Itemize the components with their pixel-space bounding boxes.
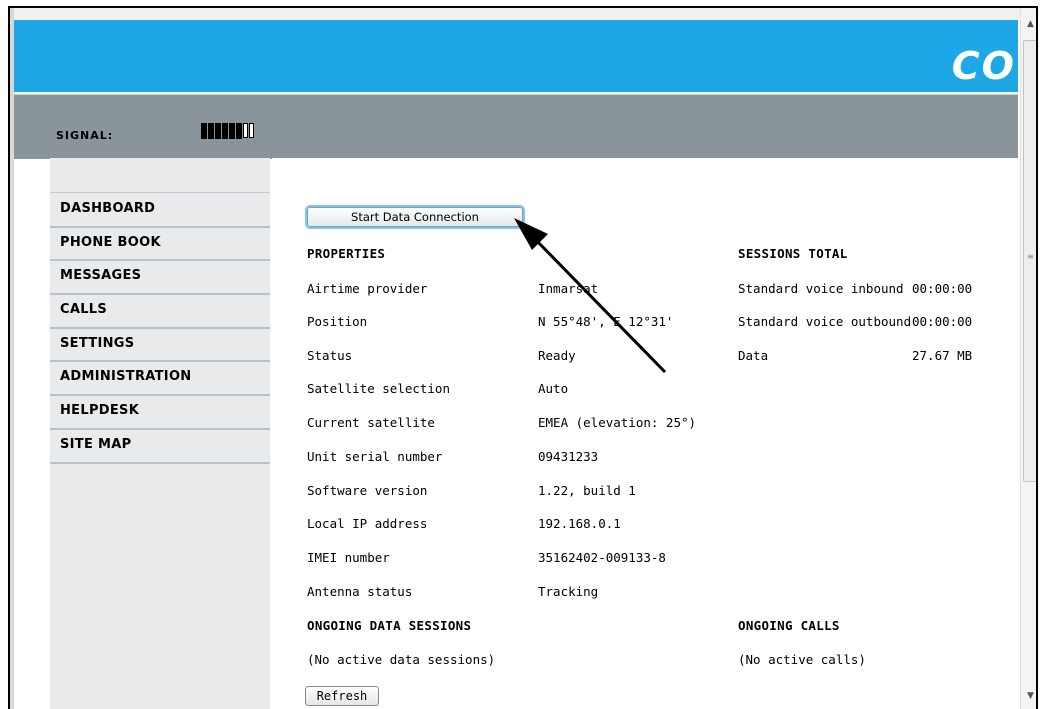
grip-icon: ≡ — [1027, 252, 1034, 261]
ongoing-calls-heading: ONGOING CALLS — [738, 618, 840, 633]
sessions-total-heading: SESSIONS TOTAL — [738, 246, 848, 261]
no-calls-message: (No active calls) — [738, 652, 866, 667]
property-label: Local IP address — [307, 516, 428, 531]
property-label: Software version — [307, 483, 428, 498]
session-label: Data — [738, 348, 769, 363]
nav-dashboard[interactable]: DASHBOARD — [50, 194, 270, 228]
scrollbar-thumb[interactable]: ≡ — [1023, 40, 1036, 482]
sidebar-divider — [50, 192, 270, 193]
signal-bar-filled — [222, 123, 228, 139]
property-value: 09431233 — [538, 449, 599, 464]
sidebar-nav: DASHBOARD PHONE BOOK MESSAGES CALLS SETT… — [50, 194, 270, 464]
signal-bar-filled — [229, 123, 235, 139]
property-value: 192.168.0.1 — [538, 516, 621, 531]
nav-settings[interactable]: SETTINGS — [50, 329, 270, 363]
signal-bar-empty — [243, 123, 248, 138]
property-value: Inmarsat — [538, 281, 599, 296]
signal-bar-filled — [236, 123, 242, 139]
signal-bar-filled — [201, 123, 207, 139]
no-data-sessions-message: (No active data sessions) — [307, 652, 496, 667]
property-value: EMEA (elevation: 25°) — [538, 415, 697, 430]
property-value: 1.22, build 1 — [538, 483, 636, 498]
top-banner: CO — [14, 20, 1018, 92]
signal-bar-filled — [215, 123, 221, 139]
brand-logo: CO — [951, 44, 1016, 88]
nav-helpdesk[interactable]: HELPDESK — [50, 396, 270, 430]
property-label: IMEI number — [307, 550, 390, 565]
session-value: 00:00:00 — [912, 281, 973, 296]
scroll-up-icon[interactable]: ▲ — [1023, 16, 1036, 32]
signal-bar-empty — [249, 123, 254, 138]
ongoing-data-sessions-heading: ONGOING DATA SESSIONS — [307, 618, 472, 633]
property-value: 35162402-009133-8 — [538, 550, 666, 565]
property-label: Airtime provider — [307, 281, 428, 296]
signal-label: SIGNAL: — [56, 129, 114, 142]
session-label: Standard voice outbound — [738, 314, 912, 329]
session-label: Standard voice inbound — [738, 281, 904, 296]
signal-strength-indicator — [201, 123, 254, 139]
properties-heading: PROPERTIES — [307, 246, 386, 261]
property-label: Satellite selection — [307, 381, 450, 396]
property-label: Current satellite — [307, 415, 435, 430]
property-value: Auto — [538, 381, 569, 396]
property-value: Ready — [538, 348, 576, 363]
dashboard-content: Start Data Connection PROPERTIES SESSION… — [272, 158, 1018, 709]
scroll-down-icon[interactable]: ▼ — [1023, 688, 1036, 704]
refresh-button[interactable]: Refresh — [305, 686, 379, 706]
start-data-connection-button[interactable]: Start Data Connection — [307, 207, 523, 227]
property-value: Tracking — [538, 584, 599, 599]
property-label: Position — [307, 314, 368, 329]
property-value: N 55°48', E 12°31' — [538, 314, 674, 329]
nav-site-map[interactable]: SITE MAP — [50, 430, 270, 464]
header-bar: SIGNAL: — [14, 94, 1018, 159]
nav-phone-book[interactable]: PHONE BOOK — [50, 228, 270, 262]
signal-bar-filled — [208, 123, 214, 139]
nav-messages[interactable]: MESSAGES — [50, 261, 270, 296]
property-label: Unit serial number — [307, 449, 443, 464]
sidebar: DASHBOARD PHONE BOOK MESSAGES CALLS SETT… — [50, 158, 270, 709]
session-value: 27.67 MB — [912, 348, 973, 363]
browser-frame: CO SIGNAL: DASHBOARD PHONE BOOK MESSAGES… — [8, 6, 1038, 709]
session-value: 00:00:00 — [912, 314, 973, 329]
property-label: Status — [307, 348, 353, 363]
nav-administration[interactable]: ADMINISTRATION — [50, 362, 270, 397]
top-shade — [10, 8, 1036, 20]
nav-calls[interactable]: CALLS — [50, 295, 270, 329]
property-label: Antenna status — [307, 584, 413, 599]
vertical-scrollbar[interactable]: ▲ ≡ ▼ — [1020, 8, 1036, 709]
